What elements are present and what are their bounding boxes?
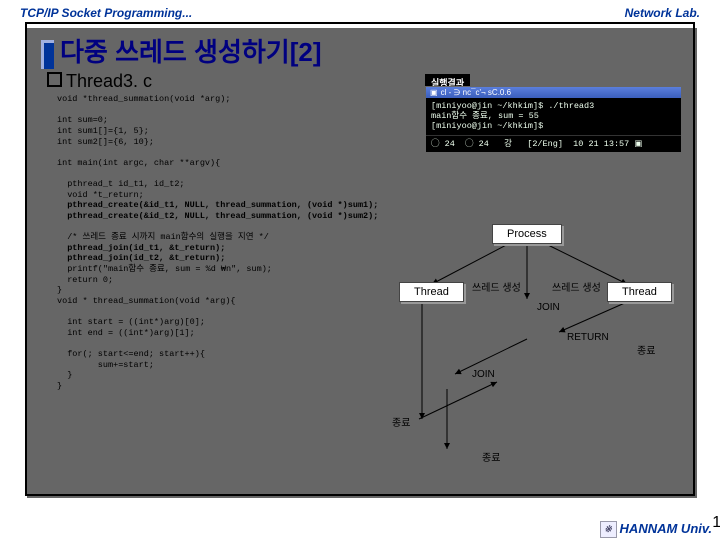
page-number: 10	[712, 514, 720, 532]
return-label: RETURN	[567, 332, 609, 343]
code-line: pthread_join(id_t2, &t_return);	[57, 253, 225, 263]
code-line: printf("main함수 종료, sum = %d ₩n", sum);	[57, 264, 272, 274]
code-line: void *thread_summation(void *arg);	[57, 94, 230, 104]
terminal-window: ▣ cl - ∋ nc¯c'¬ sC.0.6 [miniyoo@jin ~/kh…	[425, 86, 682, 153]
code-line: for(; start<=end; start++){	[57, 349, 205, 359]
slide-title: 다중 쓰레드 생성하기[2]	[27, 24, 693, 73]
content-box: 다중 쓰레드 생성하기[2] Thread3. c 실행결과 ▣ cl - ∋ …	[25, 22, 695, 496]
thread-box-left: Thread	[399, 282, 464, 302]
code-line: int end = ((int*)arg)[1];	[57, 328, 195, 338]
header-right: Network Lab.	[625, 6, 700, 20]
code-line: int sum=0;	[57, 115, 108, 125]
code-line: pthread_create(&id_t2, NULL, thread_summ…	[57, 211, 378, 221]
create-label-1: 쓰레드 생성	[472, 279, 521, 294]
join-label-1: JOIN	[537, 302, 560, 313]
code-line: }	[57, 285, 62, 295]
terminal-titlebar: ▣ cl - ∋ nc¯c'¬ sC.0.6	[426, 87, 681, 98]
bullet-icon	[47, 72, 62, 87]
terminal-body: [miniyoo@jin ~/khkim]$ ./thread3 main함수 …	[426, 98, 681, 135]
end-label-3: 종료	[482, 449, 500, 464]
diagram: Process Thread Thread 쓰레드 생성 쓰레드 생성 JOIN…	[337, 224, 697, 474]
page-header: TCP/IP Socket Programming... Network Lab…	[0, 0, 720, 22]
code-line: pthread_join(id_t1, &t_return);	[57, 243, 225, 253]
terminal-icon: ▣	[430, 88, 438, 97]
code-line: pthread_t id_t1, id_t2;	[57, 179, 185, 189]
end-label-1: 종료	[637, 342, 655, 357]
code-line: void * thread_summation(void *arg){	[57, 296, 236, 306]
create-label-2: 쓰레드 생성	[552, 279, 601, 294]
code-line: int main(int argc, char **argv){	[57, 158, 220, 168]
code-line: pthread_create(&id_t1, NULL, thread_summ…	[57, 200, 378, 210]
process-box: Process	[492, 224, 562, 244]
terminal-title-text: cl - ∋ nc¯c'¬ sC.0.6	[441, 88, 512, 97]
thread-box-right: Thread	[607, 282, 672, 302]
code-line: sum+=start;	[57, 360, 154, 370]
code-line: int start = ((int*)arg)[0];	[57, 317, 205, 327]
code-line: void *t_return;	[57, 190, 144, 200]
logo-icon: ※	[600, 521, 617, 538]
terminal-status: ◯ 24 ◯ 24 강 [2/Eng] 10 21 13:57 ▣	[426, 135, 681, 152]
code-line: int sum1[]={1, 5};	[57, 126, 149, 136]
footer: ※HANNAM Univ. 10	[600, 521, 712, 538]
code-line: /* 쓰레드 종료 시까지 main함수의 실행을 지연 */	[57, 232, 269, 242]
title-bar-icon	[41, 40, 54, 69]
subtitle-text: Thread3. c	[66, 71, 152, 91]
code-line: return 0;	[57, 275, 113, 285]
join-label-2: JOIN	[472, 369, 495, 380]
header-left: TCP/IP Socket Programming...	[20, 6, 192, 20]
code-line: }	[57, 381, 62, 391]
end-label-2: 종료	[392, 414, 410, 429]
footer-text: HANNAM Univ.	[620, 521, 712, 536]
title-text: 다중 쓰레드 생성하기[2]	[60, 37, 322, 67]
code-line: int sum2[]={6, 10};	[57, 137, 154, 147]
code-line: }	[57, 370, 72, 380]
